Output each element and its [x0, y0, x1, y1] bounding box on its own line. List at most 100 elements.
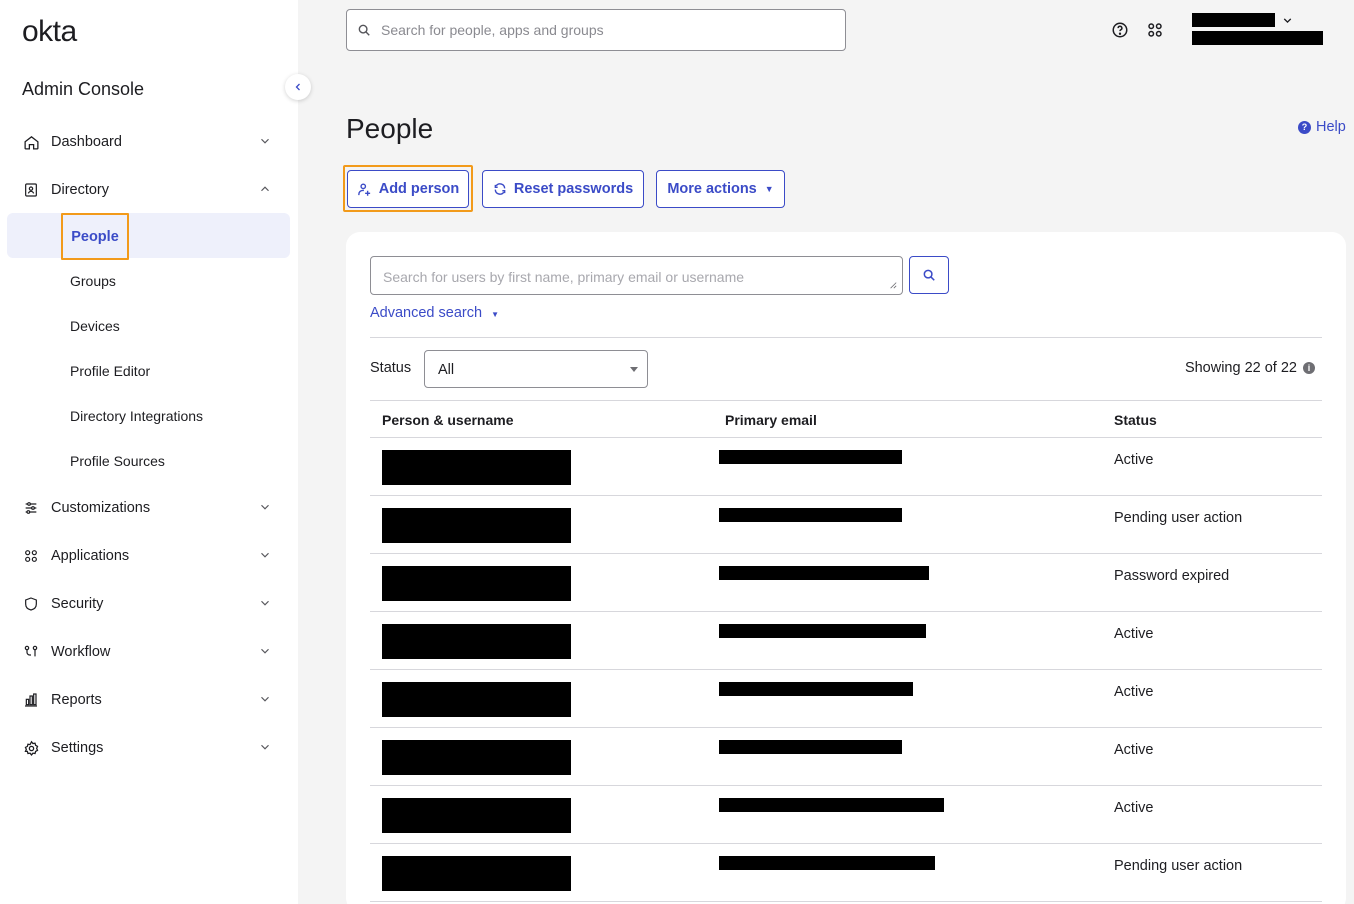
sidebar-item-label: Security	[51, 596, 104, 612]
sidebar-subitem-devices[interactable]: Devices	[70, 318, 120, 334]
user-status: Pending user action	[1114, 510, 1243, 526]
sidebar-subitem-people[interactable]: People	[61, 213, 129, 260]
global-search[interactable]	[346, 9, 846, 51]
chevron-down-icon[interactable]	[258, 596, 272, 610]
table-row[interactable]: Pending user action	[370, 496, 1322, 554]
reports-icon	[22, 691, 40, 709]
user-status: Active	[1114, 626, 1154, 642]
status-filter-select[interactable]: All	[424, 350, 648, 388]
sidebar-item-security[interactable]: Security	[22, 592, 274, 616]
person-name-redacted[interactable]	[382, 508, 571, 543]
table-top-border	[370, 400, 1322, 401]
user-status: Active	[1114, 452, 1154, 468]
email-redacted	[719, 624, 926, 638]
person-name-redacted[interactable]	[382, 450, 571, 485]
user-status: Active	[1114, 742, 1154, 758]
email-redacted	[719, 856, 935, 870]
chevron-down-icon[interactable]	[258, 740, 272, 754]
sidebar-item-workflow[interactable]: Workflow	[22, 640, 274, 664]
sidebar-subitem-directory-integrations[interactable]: Directory Integrations	[70, 408, 203, 424]
sidebar-item-label: Workflow	[51, 644, 111, 660]
more-actions-button[interactable]: More actions ▼	[656, 170, 785, 208]
add-user-icon	[357, 182, 372, 197]
user-search-button[interactable]	[909, 256, 949, 294]
home-icon	[22, 133, 40, 151]
email-redacted	[719, 682, 913, 696]
chevron-down-icon[interactable]	[1281, 14, 1294, 27]
collapse-sidebar-button[interactable]	[285, 74, 311, 100]
help-icon: ?	[1298, 120, 1311, 134]
column-header-status[interactable]: Status	[1114, 412, 1157, 428]
sidebar-subitem-profile-sources[interactable]: Profile Sources	[70, 453, 165, 469]
sidebar-item-settings[interactable]: Settings	[22, 736, 274, 760]
sidebar-item-label: Reports	[51, 692, 102, 708]
help-link[interactable]: ? Help	[1298, 119, 1346, 135]
person-name-redacted[interactable]	[382, 798, 571, 833]
sidebar-item-customizations[interactable]: Customizations	[22, 496, 274, 520]
divider	[370, 337, 1322, 338]
sidebar-item-applications[interactable]: Applications	[22, 544, 274, 568]
chevron-down-icon[interactable]	[258, 134, 272, 148]
console-title: Admin Console	[22, 79, 145, 99]
person-name-redacted[interactable]	[382, 624, 571, 659]
table-row[interactable]: Active	[370, 786, 1322, 844]
global-search-input[interactable]	[381, 22, 821, 38]
email-redacted	[719, 798, 944, 812]
active-item-background	[7, 213, 290, 258]
person-name-redacted[interactable]	[382, 856, 571, 891]
person-name-redacted[interactable]	[382, 740, 571, 775]
person-name-redacted[interactable]	[382, 682, 571, 717]
person-name-redacted[interactable]	[382, 566, 571, 601]
sidebar-item-label: Settings	[51, 740, 104, 756]
email-redacted	[719, 508, 902, 522]
sidebar-subitem-profile-editor[interactable]: Profile Editor	[70, 363, 150, 379]
user-search-input[interactable]: Search for users by first name, primary …	[370, 256, 903, 295]
chevron-left-icon	[295, 83, 300, 91]
table-row[interactable]: Active	[370, 728, 1322, 786]
app-switcher-icon[interactable]	[1146, 21, 1164, 39]
refresh-icon	[493, 182, 507, 196]
user-status: Password expired	[1114, 568, 1230, 584]
chevron-down-icon[interactable]	[258, 500, 272, 514]
help-circle-icon[interactable]	[1111, 21, 1129, 39]
reset-passwords-button[interactable]: Reset passwords	[482, 170, 644, 208]
add-person-button[interactable]: Add person	[347, 170, 469, 208]
okta-logo[interactable]: okta	[22, 15, 77, 49]
results-count: Showing 22 of 22 i	[1185, 360, 1315, 376]
chevron-up-icon[interactable]	[258, 182, 272, 196]
apps-grid-icon	[22, 547, 40, 565]
caret-down-icon: ▼	[491, 310, 499, 319]
chevron-down-icon[interactable]	[258, 644, 272, 658]
chevron-down-icon[interactable]	[258, 548, 272, 562]
sidebar-item-label: Customizations	[51, 500, 151, 516]
advanced-search-toggle[interactable]: Advanced search ▼	[370, 305, 499, 321]
user-status: Active	[1114, 684, 1154, 700]
info-icon[interactable]: i	[1303, 362, 1315, 374]
gear-icon	[22, 739, 40, 757]
org-name-redacted	[1192, 31, 1323, 45]
search-icon	[923, 269, 935, 281]
sidebar-item-dashboard[interactable]: Dashboard	[22, 130, 274, 154]
sidebar-subitem-groups[interactable]: Groups	[70, 273, 116, 289]
sidebar-item-label: Directory	[51, 182, 110, 198]
chevron-down-icon[interactable]	[258, 692, 272, 706]
table-row[interactable]: Active	[370, 612, 1322, 670]
caret-down-icon: ▼	[764, 184, 774, 194]
column-header-email[interactable]: Primary email	[725, 412, 817, 428]
email-redacted	[719, 566, 929, 580]
table-row[interactable]: Pending user action	[370, 844, 1322, 902]
table-row[interactable]: Active	[370, 438, 1322, 496]
user-status: Active	[1114, 800, 1154, 816]
sidebar-item-reports[interactable]: Reports	[22, 688, 274, 712]
column-header-person[interactable]: Person & username	[382, 412, 514, 428]
table-row[interactable]: Active	[370, 670, 1322, 728]
sidebar-item-label: Dashboard	[51, 134, 122, 150]
user-status: Pending user action	[1114, 858, 1243, 874]
sliders-icon	[22, 499, 40, 517]
account-name-redacted[interactable]	[1192, 13, 1275, 27]
table-row[interactable]: Password expired	[370, 554, 1322, 612]
resize-grip-icon[interactable]	[889, 281, 897, 289]
email-redacted	[719, 450, 902, 464]
sidebar-item-directory[interactable]: Directory	[22, 178, 274, 202]
caret-down-icon	[630, 367, 638, 372]
